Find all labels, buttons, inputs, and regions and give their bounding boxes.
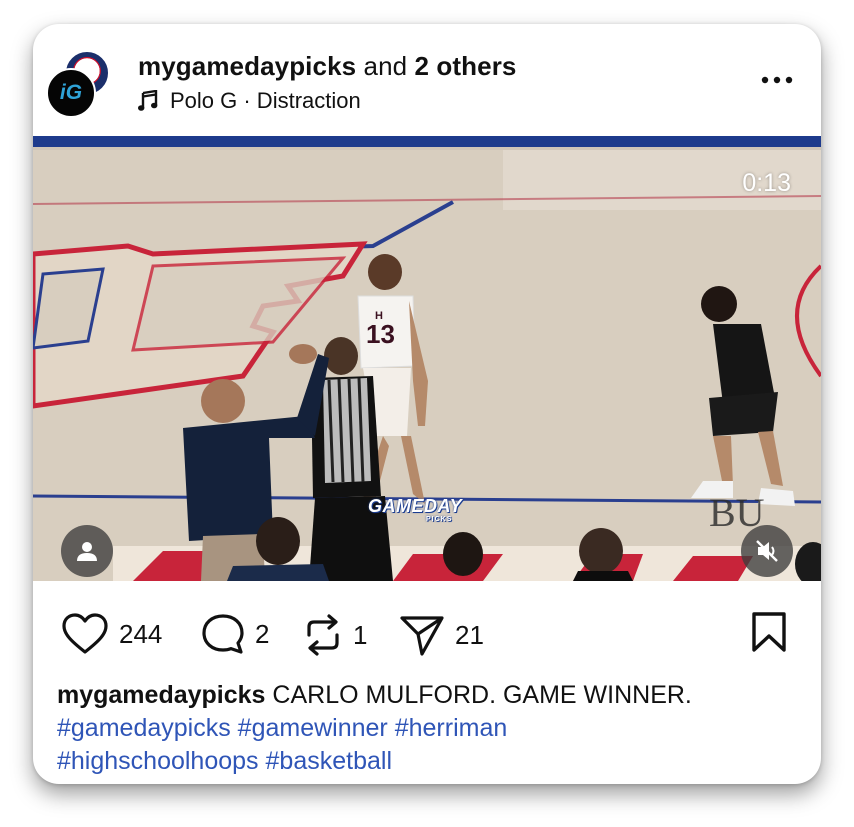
- like-button[interactable]: 244: [61, 613, 162, 655]
- gameday-watermark-sub: PICKS: [426, 516, 453, 523]
- author-username[interactable]: mygamedaypicks: [138, 51, 356, 81]
- bookmark-icon[interactable]: [749, 611, 789, 653]
- jersey-number: 13: [366, 319, 395, 349]
- person-icon: [77, 542, 97, 561]
- post-caption: mygamedaypicks CARLO MULFORD. GAME WINNE…: [57, 679, 807, 778]
- like-count: 244: [119, 618, 163, 649]
- share-button[interactable]: 21: [399, 613, 484, 657]
- video-timer: 0:13: [742, 169, 791, 197]
- speaker-muted-icon: [756, 540, 778, 562]
- hashtag-link[interactable]: #basketball: [266, 747, 392, 775]
- comment-count: 2: [255, 618, 270, 649]
- comment-bubble-icon: [202, 614, 244, 654]
- hashtag-link[interactable]: #highschoolhoops: [57, 747, 259, 775]
- mute-button[interactable]: [741, 525, 793, 577]
- gameday-watermark-text: GAMEDAY: [368, 496, 463, 516]
- hashtag-link[interactable]: #herriman: [395, 714, 508, 742]
- collab-others-link[interactable]: 2 others: [415, 51, 517, 81]
- music-track-label: Polo G · Distraction: [170, 88, 361, 113]
- hashtag-link[interactable]: #gamewinner: [238, 714, 388, 742]
- post-card: iG mygamedaypicks and 2 others Polo G · …: [33, 24, 821, 784]
- heart-icon: [62, 613, 108, 654]
- collab-avatars[interactable]: iG: [46, 50, 110, 118]
- repost-arrows-icon: [307, 614, 339, 656]
- hashtag-link[interactable]: #gamedaypicks: [57, 714, 231, 742]
- avatar-logo-text: iG: [59, 81, 83, 104]
- music-note-icon: [138, 90, 158, 111]
- post-header: iG mygamedaypicks and 2 others Polo G · …: [33, 24, 821, 136]
- repost-button[interactable]: 1: [303, 613, 367, 657]
- caption-text: CARLO MULFORD. GAME WINNER.: [272, 681, 692, 709]
- share-count: 21: [455, 619, 484, 650]
- music-attribution[interactable]: Polo G · Distraction: [138, 88, 361, 114]
- tagged-people-button[interactable]: [61, 525, 113, 577]
- send-paper-plane-icon: [400, 616, 444, 656]
- post-author-line: mygamedaypicks and 2 others: [138, 51, 516, 82]
- profile-avatar[interactable]: iG: [46, 68, 96, 118]
- jersey-letter: H: [375, 310, 383, 322]
- gameday-watermark: GAMEDAY PICKS: [368, 496, 463, 523]
- caption-username[interactable]: mygamedaypicks: [57, 681, 265, 709]
- comment-button[interactable]: 2: [201, 613, 269, 655]
- post-actions: 244 2 1 21: [33, 581, 821, 681]
- video-player[interactable]: 13 H BU 0:13 GAMEDAY PICKS: [33, 136, 821, 581]
- repost-count: 1: [353, 619, 368, 650]
- ellipsis-icon[interactable]: [759, 70, 795, 90]
- collab-joiner: and: [363, 51, 408, 81]
